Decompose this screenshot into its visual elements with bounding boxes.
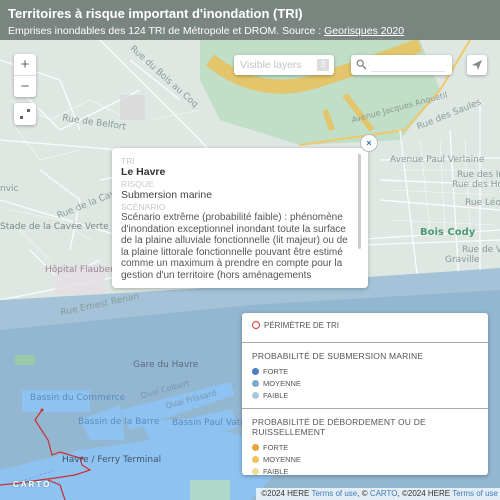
- legend-item-label: MOYENNE: [263, 379, 301, 388]
- legend-item-overflow-faible: FAIBLE: [252, 466, 478, 478]
- zoom-control: + −: [14, 54, 36, 97]
- carto-logo: CARTO: [13, 480, 52, 489]
- legend-section-perimeter: PÉRIMÈTRE DE TRI: [242, 313, 488, 343]
- visible-layers-label: Visible layers: [240, 59, 302, 71]
- dot-icon: [252, 392, 259, 399]
- subtitle-text: Emprises inondables des 124 TRI de Métro…: [8, 25, 325, 37]
- legend-section-overflow: PROBABILITÉ DE DÉBORDEMENT OU DE RUISSEL…: [242, 409, 488, 484]
- carto-link[interactable]: CARTO: [370, 489, 398, 498]
- popup-value-risque: Submersion marine: [121, 189, 213, 201]
- search-input[interactable]: [371, 58, 445, 72]
- feature-popup: TRI Le Havre RISQUE Submersion marine SC…: [112, 148, 368, 288]
- dot-icon: [252, 380, 259, 387]
- fullscreen-icon: [20, 116, 23, 119]
- legend-panel: PÉRIMÈTRE DE TRI PROBABILITÉ DE SUBMERSI…: [242, 313, 488, 476]
- popup-value-scenario: Scénario extrême (probabilité faible) : …: [121, 212, 348, 281]
- popup-label-tri: TRI: [121, 157, 135, 166]
- attribution-text: ©2024 HERE: [261, 489, 312, 498]
- basin-commerce: [22, 390, 90, 412]
- legend-item-label: FAIBLE: [263, 467, 289, 476]
- zoom-out-button[interactable]: −: [14, 75, 36, 97]
- navigation-arrow-icon: [472, 60, 482, 70]
- popup-close-button[interactable]: ×: [361, 135, 377, 151]
- legend-item-marine-forte: FORTE: [252, 366, 478, 378]
- legend-item-label: MOYENNE: [263, 455, 301, 464]
- popup-label-scenario: SCÉNARIO: [121, 202, 166, 212]
- legend-item-overflow-moyenne: MOYENNE: [252, 454, 478, 466]
- dot-icon: [252, 468, 259, 475]
- legend-title-marine: PROBABILITÉ DE SUBMERSION MARINE: [252, 351, 424, 361]
- popup-scrollbar[interactable]: [358, 154, 361, 249]
- legend-item-label: FORTE: [263, 367, 289, 376]
- visible-layers-selector[interactable]: Visible layers 3: [234, 55, 334, 75]
- popup-label-risque: RISQUE: [121, 179, 154, 189]
- source-link[interactable]: Georisques 2020: [324, 25, 404, 37]
- legend-item-marine-moyenne: MOYENNE: [252, 378, 478, 390]
- dot-icon: [252, 368, 259, 375]
- layers-count-badge: 3: [317, 59, 329, 71]
- legend-title-overflow: PROBABILITÉ DE DÉBORDEMENT OU DE RUISSEL…: [252, 417, 426, 437]
- fullscreen-button[interactable]: [14, 103, 36, 125]
- attribution-text: , ©: [357, 489, 370, 498]
- dot-icon: [252, 444, 259, 451]
- locate-button[interactable]: [467, 55, 487, 75]
- terms-of-use-link[interactable]: Terms of use: [311, 489, 357, 498]
- legend-item-label: PÉRIMÈTRE DE TRI: [264, 321, 339, 330]
- legend-item-marine-faible: FAIBLE: [252, 390, 478, 402]
- legend-item-label: FAIBLE: [263, 391, 289, 400]
- popup-value-tri: Le Havre: [121, 166, 166, 178]
- legend-item-label: FORTE: [263, 443, 289, 452]
- search-box: [351, 55, 452, 75]
- attribution-text: , ©2024 HERE: [397, 489, 453, 498]
- legend-item-perimeter: PÉRIMÈTRE DE TRI: [252, 320, 478, 332]
- fullscreen-icon-dot: [27, 109, 30, 112]
- map-title: Territoires à risque important d'inondat…: [8, 6, 303, 21]
- dot-icon: [252, 456, 259, 463]
- map-attribution: ©2024 HERE Terms of use, © CARTO, ©2024 …: [256, 488, 500, 500]
- legend-item-overflow-forte: FORTE: [252, 442, 478, 454]
- map-subtitle: Emprises inondables des 124 TRI de Métro…: [8, 23, 492, 39]
- terms-of-use-link[interactable]: Terms of use: [452, 489, 498, 498]
- search-icon: [356, 59, 367, 70]
- popup-content[interactable]: TRI Le Havre RISQUE Submersion marine SC…: [121, 157, 355, 283]
- circle-outline-icon: [252, 321, 260, 329]
- legend-section-marine: PROBABILITÉ DE SUBMERSION MARINE FORTE M…: [242, 343, 488, 409]
- zoom-in-button[interactable]: +: [14, 54, 36, 75]
- title-bar: Territoires à risque important d'inondat…: [0, 0, 500, 40]
